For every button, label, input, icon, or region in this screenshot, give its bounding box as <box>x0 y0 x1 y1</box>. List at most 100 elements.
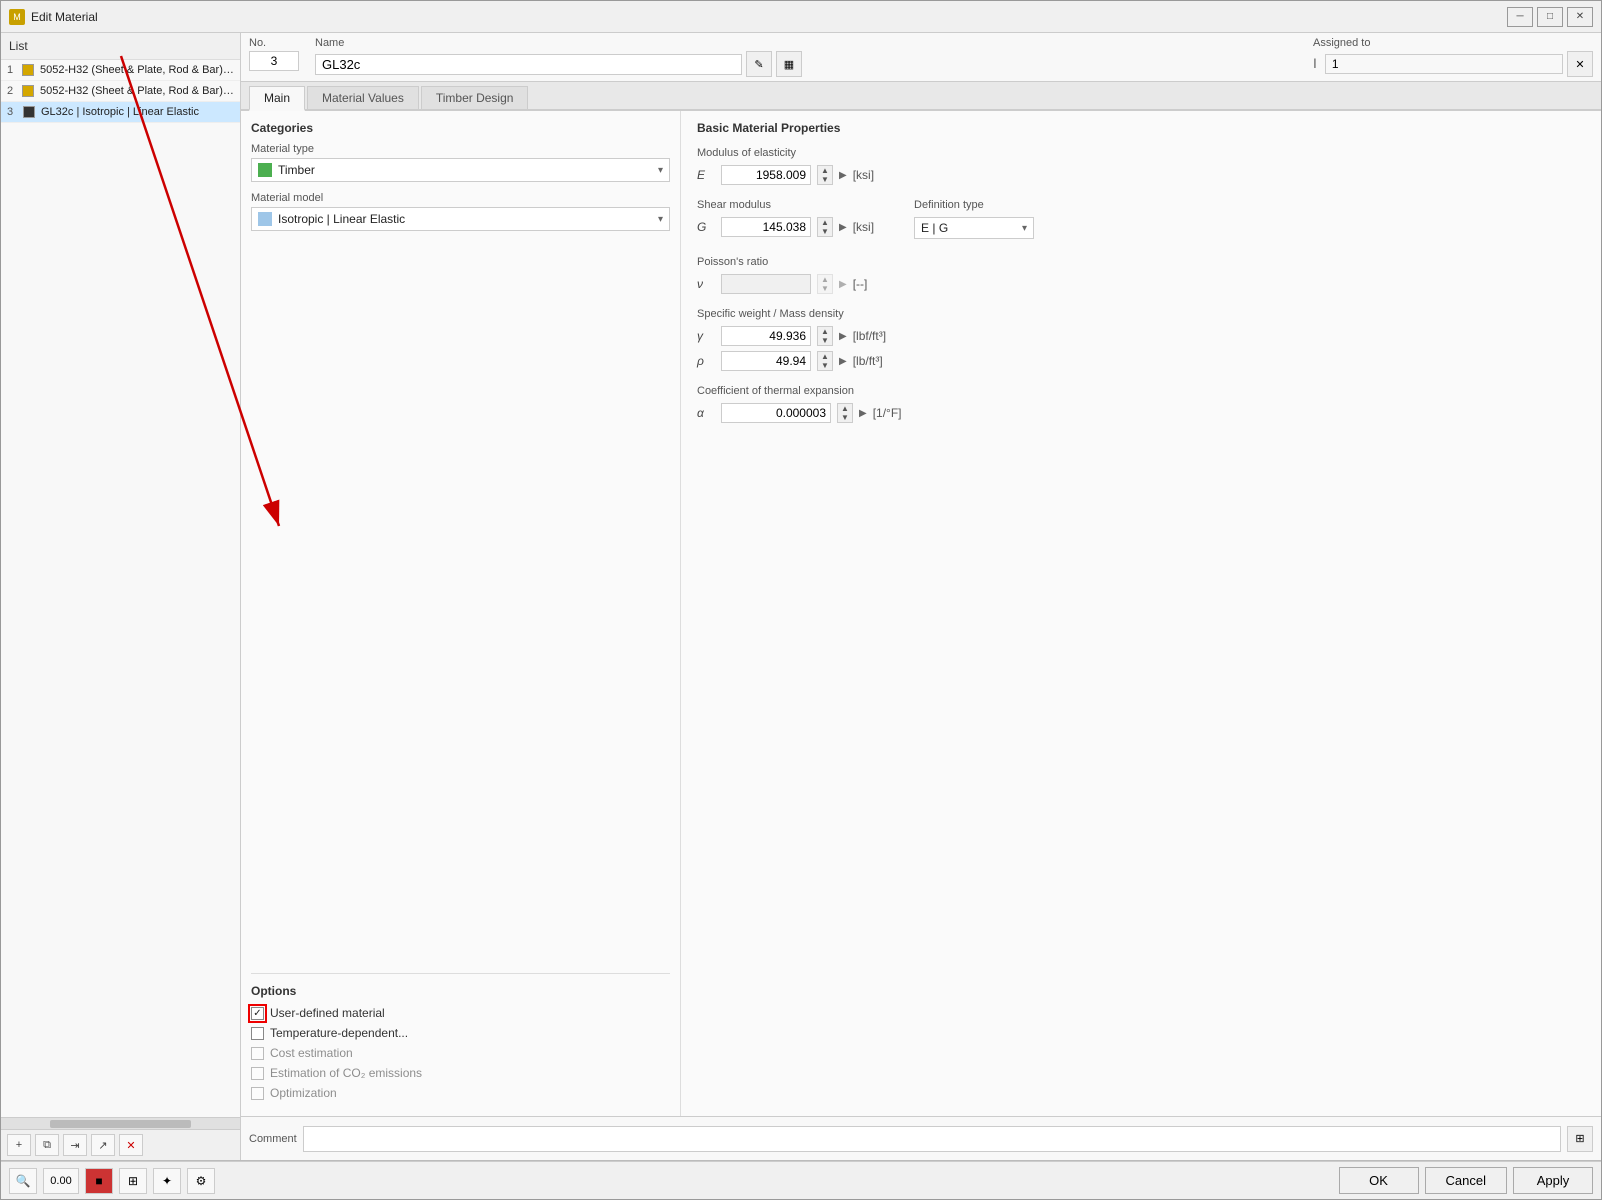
categories-options-section: Categories Material type Timber ▾ Materi… <box>241 111 681 1116</box>
rho-input[interactable] <box>721 351 811 371</box>
list-item-active[interactable]: 3 GL32c | Isotropic | Linear Elastic <box>1 102 240 123</box>
add-material-button[interactable]: + <box>7 1134 31 1156</box>
name-field: Name ✎ ▦ <box>315 37 802 77</box>
assigned-input[interactable] <box>1325 54 1563 74</box>
poisson-input[interactable] <box>721 274 811 294</box>
user-defined-checkbox[interactable] <box>251 1007 264 1020</box>
name-input[interactable] <box>315 54 742 75</box>
no-input[interactable] <box>249 51 299 71</box>
user-defined-label[interactable]: User-defined material <box>270 1006 385 1020</box>
poisson-symbol: ν <box>697 277 715 291</box>
copy-material-button[interactable]: ⧉ <box>35 1134 59 1156</box>
delete-material-button[interactable]: ✕ <box>119 1134 143 1156</box>
maximize-button[interactable]: □ <box>1537 7 1563 27</box>
shear-group: Shear modulus G ▲ ▼ ▶ [ksi] <box>697 199 1585 242</box>
comment-expand-button[interactable]: ⊞ <box>1567 1126 1593 1152</box>
no-field: No. <box>249 37 299 77</box>
chart-button[interactable]: ▦ <box>776 51 802 77</box>
assigned-clear-button[interactable]: ✕ <box>1567 51 1593 77</box>
gamma-spinner[interactable]: ▲ ▼ <box>817 326 833 346</box>
list-scrollbar[interactable] <box>1 1117 240 1129</box>
thermal-label: Coefficient of thermal expansion <box>697 385 1585 397</box>
tab-timber-design[interactable]: Timber Design <box>421 86 529 109</box>
material-type-dropdown[interactable]: Timber ▾ <box>251 158 670 182</box>
import-button[interactable]: ⇥ <box>63 1134 87 1156</box>
gamma-arrow[interactable]: ▶ <box>839 331 847 342</box>
rho-arrow[interactable]: ▶ <box>839 356 847 367</box>
shear-arrow[interactable]: ▶ <box>839 222 847 233</box>
list-item[interactable]: 2 5052-H32 (Sheet & Plate, Rod & Bar) | … <box>1 81 240 102</box>
minimize-button[interactable]: ─ <box>1507 7 1533 27</box>
options-section: Options User-defined material Temperatur… <box>251 973 670 1106</box>
list-item[interactable]: 1 5052-H32 (Sheet & Plate, Rod & Bar) | … <box>1 60 240 81</box>
temperature-label[interactable]: Temperature-dependent... <box>270 1026 408 1040</box>
apply-button[interactable]: Apply <box>1513 1167 1593 1194</box>
modulus-input[interactable] <box>721 165 811 185</box>
modulus-arrow[interactable]: ▶ <box>839 170 847 181</box>
shear-spinner[interactable]: ▲ ▼ <box>817 217 833 237</box>
settings-button[interactable]: ⚙ <box>187 1168 215 1194</box>
rho-spinner[interactable]: ▲ ▼ <box>817 351 833 371</box>
edit-name-button[interactable]: ✎ <box>746 51 772 77</box>
material-color-button[interactable]: ■ <box>85 1168 113 1194</box>
material-model-dropdown[interactable]: Isotropic | Linear Elastic ▾ <box>251 207 670 231</box>
rho-down[interactable]: ▼ <box>818 361 832 370</box>
alpha-input[interactable] <box>721 403 831 423</box>
material-tabs: Main Material Values Timber Design <box>241 82 1601 111</box>
material-model-label: Material model <box>251 192 670 204</box>
modulus-group: Modulus of elasticity E ▲ ▼ ▶ [ksi] <box>697 147 1585 185</box>
window-icon: M <box>9 9 25 25</box>
modulus-row: E ▲ ▼ ▶ [ksi] <box>697 165 1585 185</box>
chevron-down-icon: ▾ <box>658 165 663 176</box>
list-header: List <box>1 33 240 60</box>
shear-down[interactable]: ▼ <box>818 227 832 236</box>
material-model-color <box>258 212 272 226</box>
gamma-down[interactable]: ▼ <box>818 336 832 345</box>
cancel-button[interactable]: Cancel <box>1425 1167 1507 1194</box>
gamma-input[interactable] <box>721 326 811 346</box>
tab-content-main: Categories Material type Timber ▾ Materi… <box>241 111 1601 1116</box>
ok-button[interactable]: OK <box>1339 1167 1419 1194</box>
gamma-symbol: γ <box>697 329 715 343</box>
search-icon-button[interactable]: 🔍 <box>9 1168 37 1194</box>
comment-input[interactable] <box>303 1126 1561 1152</box>
poisson-group: Poisson's ratio ν ▲ ▼ ▶ [--] <box>697 256 1585 294</box>
title-bar: M Edit Material ─ □ ✕ <box>1 1 1601 33</box>
close-button[interactable]: ✕ <box>1567 7 1593 27</box>
shear-input[interactable] <box>721 217 811 237</box>
alpha-down[interactable]: ▼ <box>838 413 852 422</box>
alpha-spinner[interactable]: ▲ ▼ <box>837 403 853 423</box>
shear-row: G ▲ ▼ ▶ [ksi] <box>697 217 874 237</box>
modulus-symbol: E <box>697 168 715 182</box>
bottom-toolbar: 🔍 0.00 ■ ⊞ ✦ ⚙ OK Cancel Apply <box>1 1161 1601 1199</box>
temperature-checkbox[interactable] <box>251 1027 264 1040</box>
categories-title: Categories <box>251 121 670 135</box>
definition-type-dropdown[interactable]: E | G ▾ <box>914 217 1034 239</box>
modulus-down[interactable]: ▼ <box>818 175 832 184</box>
comment-section: Comment ⊞ <box>241 1116 1601 1160</box>
optimization-checkbox[interactable] <box>251 1087 264 1100</box>
tab-material-values[interactable]: Material Values <box>307 86 419 109</box>
option-cost: Cost estimation <box>251 1046 670 1060</box>
tab-main[interactable]: Main <box>249 86 305 111</box>
cost-checkbox[interactable] <box>251 1047 264 1060</box>
modulus-spinner[interactable]: ▲ ▼ <box>817 165 833 185</box>
modulus-up[interactable]: ▲ <box>818 166 832 175</box>
scrollbar-thumb <box>50 1120 191 1128</box>
gamma-up[interactable]: ▲ <box>818 327 832 336</box>
export-button[interactable]: ↗ <box>91 1134 115 1156</box>
alpha-up[interactable]: ▲ <box>838 404 852 413</box>
rho-up[interactable]: ▲ <box>818 352 832 361</box>
option-co2: Estimation of CO₂ emissions <box>251 1066 670 1080</box>
co2-checkbox[interactable] <box>251 1067 264 1080</box>
star-button[interactable]: ✦ <box>153 1168 181 1194</box>
grid-button[interactable]: ⊞ <box>119 1168 147 1194</box>
alpha-unit: [1/°F] <box>873 406 902 420</box>
alpha-row: α ▲ ▼ ▶ [1/°F] <box>697 403 1585 423</box>
material-header: No. Name ✎ ▦ Assigned to Ⅰ <box>241 33 1601 82</box>
shear-label: Shear modulus <box>697 199 874 211</box>
shear-up[interactable]: ▲ <box>818 218 832 227</box>
window-title: Edit Material <box>31 10 98 24</box>
number-format-button[interactable]: 0.00 <box>43 1168 79 1194</box>
alpha-arrow[interactable]: ▶ <box>859 408 867 419</box>
